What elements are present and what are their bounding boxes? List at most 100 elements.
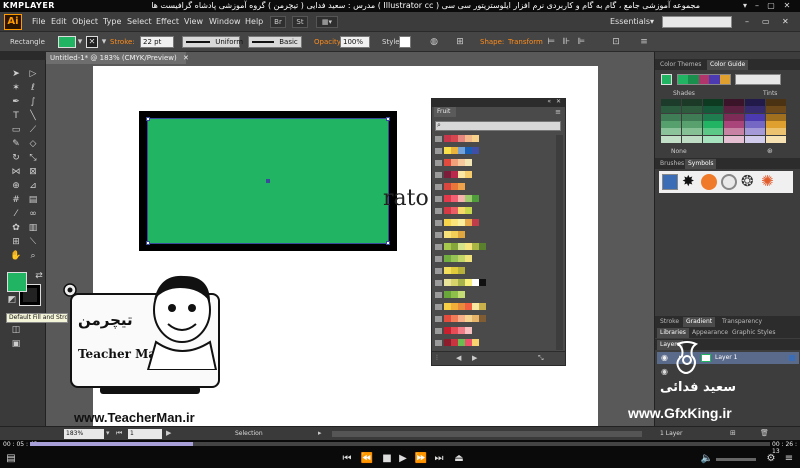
swatch[interactable] <box>444 207 451 214</box>
swatch[interactable] <box>458 171 465 178</box>
color-variation-swatch[interactable] <box>724 113 744 121</box>
swatch[interactable] <box>451 147 458 154</box>
default-fill-stroke-icon[interactable]: ◩ <box>5 294 19 307</box>
color-variation-swatch[interactable] <box>703 113 723 121</box>
swatch-group[interactable] <box>435 183 465 190</box>
eraser-tool-icon[interactable]: ◇ <box>26 138 40 151</box>
play-icon[interactable]: ▶ <box>396 452 410 466</box>
swatch[interactable] <box>465 159 472 166</box>
menu-object[interactable]: Object <box>72 17 98 26</box>
swatch[interactable] <box>472 147 479 154</box>
eyedropper-tool-icon[interactable]: ⁄ <box>9 208 23 221</box>
swatch[interactable] <box>458 195 465 202</box>
zoom-level-input[interactable]: 183% <box>64 429 104 439</box>
swatch[interactable] <box>444 135 451 142</box>
horizontal-scrollbar[interactable] <box>332 431 642 437</box>
swatch[interactable] <box>458 315 465 322</box>
chevron-down-icon[interactable]: ▾ <box>98 36 110 48</box>
swatch[interactable] <box>458 219 465 226</box>
close-icon[interactable]: ✕ <box>782 1 792 10</box>
swatch[interactable] <box>472 135 479 142</box>
swatch[interactable] <box>465 315 472 322</box>
anchor-handle[interactable] <box>386 241 390 245</box>
color-variation-swatch[interactable] <box>766 135 786 143</box>
magic-wand-tool-icon[interactable]: ✶ <box>9 82 23 95</box>
close-tab-icon[interactable]: ✕ <box>183 54 189 62</box>
swatch[interactable] <box>472 195 479 202</box>
color-variation-swatch[interactable] <box>682 113 702 121</box>
panel-menu-icon[interactable]: ≡ <box>555 108 561 116</box>
volume-icon[interactable]: 🔈 <box>700 452 714 466</box>
swatch-group[interactable] <box>435 255 472 262</box>
swatch[interactable] <box>465 327 472 334</box>
tab-graphic-styles[interactable]: Graphic Styles <box>729 328 778 338</box>
color-variation-swatch[interactable] <box>745 113 765 121</box>
swatch-group[interactable] <box>435 147 479 154</box>
swap-fill-stroke-icon[interactable]: ⇄ <box>32 270 46 283</box>
swatch[interactable] <box>451 339 458 346</box>
symbol-item[interactable] <box>701 174 717 190</box>
volume-slider[interactable] <box>716 458 756 461</box>
swatch[interactable] <box>444 171 451 178</box>
symbol-item[interactable]: ✸ <box>682 172 695 190</box>
rewind-icon[interactable]: ⏪ <box>360 452 374 466</box>
column-graph-tool-icon[interactable]: ▥ <box>26 222 40 235</box>
delete-layer-icon[interactable]: 🗑 <box>760 429 769 437</box>
menu-view[interactable]: View <box>184 17 203 26</box>
swatch[interactable] <box>465 303 472 310</box>
swatch[interactable] <box>451 231 458 238</box>
swatch-group[interactable] <box>435 195 479 202</box>
color-variation-swatch[interactable] <box>745 120 765 128</box>
tab-symbols[interactable]: Symbols <box>685 159 717 169</box>
swatch[interactable] <box>451 159 458 166</box>
panel-header[interactable]: « ✕ <box>432 98 565 107</box>
stroke-swatch[interactable]: ✕ <box>86 36 98 48</box>
opacity-label[interactable]: Opacity: <box>314 38 343 46</box>
swatch[interactable] <box>479 315 486 322</box>
swatch-group[interactable] <box>435 303 486 310</box>
workspace-chevron-icon[interactable]: ▾ <box>650 17 654 26</box>
type-tool-icon[interactable]: T <box>9 110 23 123</box>
swatch[interactable] <box>451 291 458 298</box>
swatch-libraries-icon[interactable]: ⫶ <box>436 354 438 363</box>
zoom-tool-icon[interactable]: ⌕ <box>26 250 40 263</box>
swatch-group[interactable] <box>435 243 486 250</box>
swatch[interactable] <box>444 255 451 262</box>
color-variation-swatch[interactable] <box>724 99 744 106</box>
base-color-swatch[interactable] <box>661 74 672 85</box>
shape-builder-tool-icon[interactable]: ⊕ <box>9 180 23 193</box>
workspace-switcher[interactable]: Essentials <box>610 17 650 26</box>
swatch[interactable] <box>472 279 479 286</box>
resize-icon[interactable]: ⤡ <box>538 354 544 363</box>
swatch-group[interactable] <box>435 315 486 322</box>
brush-definition[interactable]: Basic <box>248 36 302 48</box>
swatch-group[interactable] <box>435 135 479 142</box>
swatch[interactable] <box>451 183 458 190</box>
color-variation-swatch[interactable] <box>703 106 723 114</box>
swatch[interactable] <box>451 207 458 214</box>
stroke-weight-input[interactable]: 22 pt <box>140 36 174 48</box>
color-variation-swatch[interactable] <box>661 128 681 136</box>
swatch[interactable] <box>458 147 465 154</box>
symbol-sprayer-tool-icon[interactable]: ✿ <box>9 222 23 235</box>
color-variation-swatch[interactable] <box>745 128 765 136</box>
current-tool-status[interactable]: Selection <box>235 430 263 437</box>
color-variation-swatch[interactable] <box>661 106 681 114</box>
rotate-tool-icon[interactable]: ↻ <box>9 152 23 165</box>
tab-brushes[interactable]: Brushes <box>657 159 687 169</box>
harmony-rules-dropdown[interactable] <box>735 74 781 85</box>
tab-stroke[interactable]: Stroke <box>657 317 682 327</box>
swatch[interactable] <box>465 147 472 154</box>
artboard-number-input[interactable]: 1 <box>128 429 162 439</box>
maximize-icon[interactable]: ▢ <box>766 1 776 10</box>
opacity-input[interactable]: 100% <box>340 36 370 48</box>
color-variation-swatch[interactable] <box>724 135 744 143</box>
artboard-text-fragment[interactable]: rato <box>383 186 429 211</box>
pen-tool-icon[interactable]: ✒ <box>9 96 23 109</box>
recolor-artwork-icon[interactable]: ◍ <box>428 36 440 48</box>
visibility-eye-icon[interactable]: ◉ <box>661 367 668 376</box>
swatch-group[interactable] <box>435 291 465 298</box>
shape-label[interactable]: Shape: <box>480 38 504 46</box>
blend-tool-icon[interactable]: ∞ <box>26 208 40 221</box>
color-variation-swatch[interactable] <box>766 99 786 106</box>
